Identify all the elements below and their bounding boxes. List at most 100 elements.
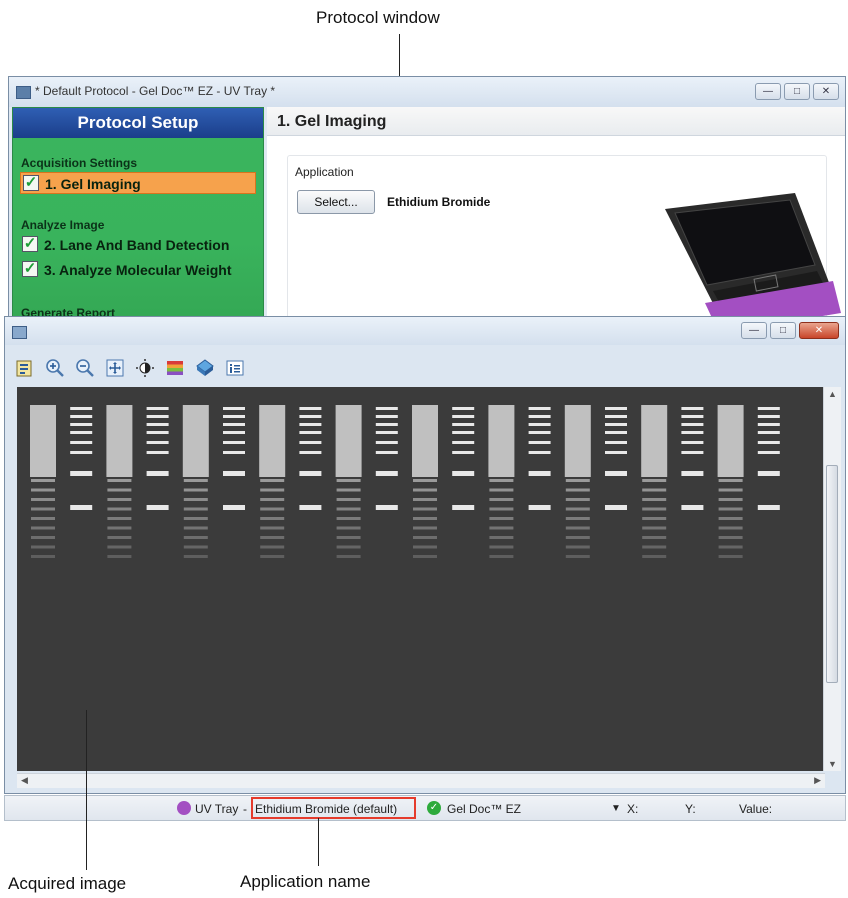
close-button[interactable]: ✕ — [799, 322, 839, 339]
gel-band — [565, 545, 590, 549]
gel-band — [107, 536, 132, 539]
pixel-value-label: Value: — [739, 802, 773, 816]
scroll-down-icon[interactable]: ▼ — [828, 759, 837, 769]
gel-band — [260, 498, 285, 501]
gel-band — [107, 545, 132, 549]
gel-band — [681, 471, 704, 476]
info-icon[interactable] — [223, 356, 247, 380]
application-label: Application — [295, 165, 354, 179]
gel-band — [757, 415, 780, 418]
zoom-out-icon[interactable] — [73, 356, 97, 380]
protocol-setup-header: Protocol Setup — [13, 108, 263, 138]
scroll-up-icon[interactable]: ▲ — [828, 389, 837, 399]
gel-band — [413, 545, 437, 549]
sidebar-item-analyze-molecular-weight[interactable]: ✓ 3. Analyze Molecular Weight — [20, 259, 256, 281]
gel-band — [681, 407, 704, 410]
gel-band — [70, 423, 93, 426]
gel-band — [31, 555, 55, 558]
gel-band — [183, 526, 208, 530]
gel-band — [718, 488, 743, 492]
gel-band — [452, 407, 475, 410]
gel-band — [223, 431, 245, 434]
gel-band — [642, 536, 667, 539]
gel-band — [452, 423, 475, 426]
gel-band — [565, 507, 590, 511]
checkbox-checked-icon[interactable]: ✓ — [22, 261, 38, 277]
gel-band — [718, 536, 743, 539]
protocol-window-titlebar[interactable]: * Default Protocol - Gel Doc™ EZ - UV Tr… — [9, 77, 845, 107]
gel-band — [528, 407, 551, 410]
gel-band — [146, 423, 169, 426]
gel-band — [336, 555, 361, 558]
application-value: Ethidium Bromide — [387, 195, 491, 209]
fit-to-window-icon[interactable] — [103, 356, 127, 380]
maximize-button[interactable]: □ — [784, 83, 810, 100]
maximize-button[interactable]: □ — [770, 322, 796, 339]
gel-band — [642, 517, 667, 520]
gel-band — [528, 451, 551, 454]
scroll-thumb[interactable] — [826, 465, 838, 683]
gel-band — [489, 526, 514, 530]
gel-smear — [30, 405, 56, 477]
gel-band — [70, 407, 93, 410]
gel-band — [146, 441, 169, 444]
gel-band — [260, 479, 285, 482]
gel-band — [565, 555, 590, 558]
gel-band — [260, 536, 285, 539]
scroll-right-icon[interactable]: ▶ — [814, 775, 821, 786]
gel-band — [605, 451, 627, 454]
gel-band — [375, 423, 398, 426]
gel-band — [70, 415, 93, 418]
gel-band — [565, 479, 590, 482]
gel-band — [565, 536, 590, 539]
gel-band — [183, 488, 208, 492]
image-properties-icon[interactable] — [13, 356, 37, 380]
gel-band — [299, 505, 322, 510]
gel-band — [681, 415, 704, 418]
protocol-setup-sidebar: Protocol Setup Acquisition Settings ✓ 1.… — [12, 107, 264, 325]
horizontal-scrollbar[interactable]: ◀ ▶ — [17, 773, 825, 788]
gel-smear — [564, 405, 591, 477]
scroll-left-icon[interactable]: ◀ — [21, 775, 28, 786]
application-name-highlight — [251, 797, 416, 819]
gel-smear — [182, 405, 209, 477]
checkbox-checked-icon[interactable]: ✓ — [23, 175, 39, 191]
gel-band — [642, 488, 667, 492]
gel-band — [223, 407, 245, 410]
gel-band — [489, 545, 514, 549]
gel-band — [489, 517, 514, 520]
gel-band — [70, 451, 93, 454]
gel-band — [718, 517, 743, 520]
gel-smear — [259, 405, 286, 477]
gel-image[interactable] — [17, 387, 825, 771]
zoom-in-icon[interactable] — [43, 356, 67, 380]
close-button[interactable]: ✕ — [813, 83, 839, 100]
uv-tray-status-icon — [177, 801, 191, 815]
instrument-name: Gel Doc™ EZ — [447, 802, 522, 816]
gel-band — [413, 555, 437, 558]
minimize-button[interactable]: — — [755, 83, 781, 100]
image-window-titlebar[interactable]: — □ ✕ — [5, 317, 845, 345]
gel-band — [183, 536, 208, 539]
minimize-button[interactable]: — — [741, 322, 767, 339]
contrast-icon[interactable] — [133, 356, 157, 380]
sidebar-item-lane-band-detection[interactable]: ✓ 2. Lane And Band Detection — [20, 234, 256, 256]
gel-band — [375, 471, 398, 476]
x-coordinate-label: X: — [627, 802, 639, 816]
select-application-button[interactable]: Select... — [297, 190, 375, 214]
gel-band — [299, 423, 322, 426]
gel-band — [146, 471, 169, 476]
dropdown-arrow-icon[interactable]: ▼ — [611, 803, 621, 814]
gel-band — [336, 479, 361, 482]
vertical-scrollbar[interactable]: ▲ ▼ — [823, 387, 841, 771]
gel-band — [642, 498, 667, 501]
gel-band — [375, 431, 398, 434]
checkbox-checked-icon[interactable]: ✓ — [22, 236, 38, 252]
gel-band — [413, 498, 437, 501]
gel-band — [183, 479, 208, 482]
sidebar-item-gel-imaging[interactable]: ✓ 1. Gel Imaging — [20, 172, 256, 194]
gel-band — [757, 505, 780, 510]
color-palette-icon[interactable] — [163, 356, 187, 380]
3d-view-icon[interactable] — [193, 356, 217, 380]
gel-band — [146, 505, 169, 510]
